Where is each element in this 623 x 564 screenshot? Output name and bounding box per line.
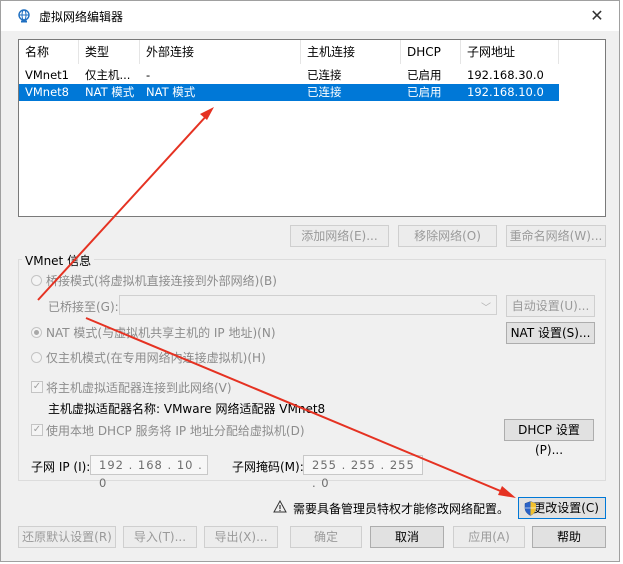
cell-dhcp: 已启用 — [407, 85, 442, 99]
warning-icon — [273, 500, 287, 513]
apply-button[interactable]: 应用(A) — [453, 526, 525, 548]
cell-type: NAT 模式 — [85, 85, 135, 99]
network-list[interactable]: 名称 类型 外部连接 主机连接 DHCP 子网地址 VMnet1 仅主机... … — [18, 39, 606, 217]
rename-network-button[interactable]: 重命名网络(W)... — [506, 225, 606, 247]
subnet-mask-field[interactable]: 255 . 255 . 255 . 0 — [303, 455, 423, 490]
nat-settings-button[interactable]: NAT 设置(S)... — [506, 322, 595, 344]
vmnet-info-group — [18, 259, 606, 481]
cell-subnet: 192.168.30.0 — [467, 68, 544, 82]
connect-host-adapter-label: 将主机虚拟适配器连接到此网络(V) — [46, 381, 232, 395]
nat-mode-label: NAT 模式(与虚拟机共享主机的 IP 地址)(N) — [46, 326, 276, 340]
virtual-network-editor-window: 虚拟网络编辑器 ✕ 名称 类型 外部连接 主机连接 DHCP 子网地址 VMne… — [0, 0, 620, 562]
change-settings-label: 更改设置(C) — [533, 501, 599, 515]
host-only-label: 仅主机模式(在专用网络内连接虚拟机)(H) — [46, 351, 266, 365]
column-header-type[interactable]: 类型 — [79, 40, 140, 64]
host-only-radio[interactable] — [31, 352, 42, 363]
cell-type: 仅主机... — [85, 68, 131, 82]
host-adapter-name: 主机虚拟适配器名称: VMware 网络适配器 VMnet8 — [48, 402, 326, 416]
export-button[interactable]: 导出(X)... — [204, 526, 278, 548]
title-bar: 虚拟网络编辑器 ✕ — [1, 1, 619, 31]
bridged-to-label: 已桥接至(G): — [48, 300, 119, 314]
column-header-dhcp[interactable]: DHCP — [401, 40, 461, 64]
auto-settings-button[interactable]: 自动设置(U)... — [506, 295, 595, 317]
remove-network-button[interactable]: 移除网络(O) — [398, 225, 497, 247]
subnet-ip-field[interactable]: 192 . 168 . 10 . 0 — [90, 455, 208, 490]
change-settings-button[interactable]: 更改设置(C) — [518, 497, 606, 519]
import-button[interactable]: 导入(T)... — [123, 526, 197, 548]
network-list-header: 名称 类型 外部连接 主机连接 DHCP 子网地址 — [19, 40, 605, 64]
column-header-external[interactable]: 外部连接 — [140, 40, 301, 64]
cell-name: VMnet1 — [25, 68, 69, 82]
connect-host-adapter-checkbox[interactable]: ✓ — [31, 381, 43, 393]
network-row-vmnet8[interactable]: VMnet8 NAT 模式 NAT 模式 已连接 已启用 192.168.10.… — [19, 84, 559, 101]
cell-subnet: 192.168.10.0 — [467, 85, 544, 99]
subnet-ip-label: 子网 IP (I): — [31, 460, 91, 474]
window-title: 虚拟网络编辑器 — [39, 10, 124, 24]
shield-icon — [524, 501, 537, 516]
network-row-vmnet1[interactable]: VMnet1 仅主机... - 已连接 已启用 192.168.30.0 — [19, 67, 559, 84]
bridged-mode-label: 桥接模式(将虚拟机直接连接到外部网络)(B) — [46, 274, 277, 288]
subnet-mask-label: 子网掩码(M): — [232, 460, 304, 474]
network-globe-icon — [18, 9, 30, 23]
close-icon: ✕ — [590, 6, 604, 25]
column-header-subnet[interactable]: 子网地址 — [461, 40, 559, 64]
cell-host: 已连接 — [307, 68, 342, 82]
cell-host: 已连接 — [307, 85, 342, 99]
bridged-mode-radio[interactable] — [31, 275, 42, 286]
cell-dhcp: 已启用 — [407, 68, 442, 82]
restore-defaults-button[interactable]: 还原默认设置(R) — [18, 526, 116, 548]
cell-external: NAT 模式 — [146, 85, 196, 99]
vmnet-info-label: VMnet 信息 — [22, 252, 95, 269]
cancel-button[interactable]: 取消 — [370, 526, 444, 548]
add-network-button[interactable]: 添加网络(E)... — [290, 225, 389, 247]
cell-external: - — [146, 68, 151, 82]
ok-button[interactable]: 确定 — [290, 526, 362, 548]
use-dhcp-checkbox[interactable]: ✓ — [31, 424, 43, 436]
chevron-down-icon: ﹀ — [481, 303, 491, 314]
close-button[interactable]: ✕ — [585, 5, 609, 27]
bridged-to-select[interactable]: ﹀ — [119, 295, 497, 315]
column-header-host[interactable]: 主机连接 — [301, 40, 401, 64]
use-dhcp-label: 使用本地 DHCP 服务将 IP 地址分配给虚拟机(D) — [46, 424, 305, 438]
nat-mode-radio[interactable] — [31, 327, 42, 338]
dhcp-settings-button[interactable]: DHCP 设置(P)... — [504, 419, 594, 457]
column-header-name[interactable]: 名称 — [19, 40, 79, 64]
cell-name: VMnet8 — [25, 85, 69, 99]
help-button[interactable]: 帮助 — [532, 526, 606, 548]
admin-notice-text: 需要具备管理员特权才能修改网络配置。 — [293, 502, 510, 516]
